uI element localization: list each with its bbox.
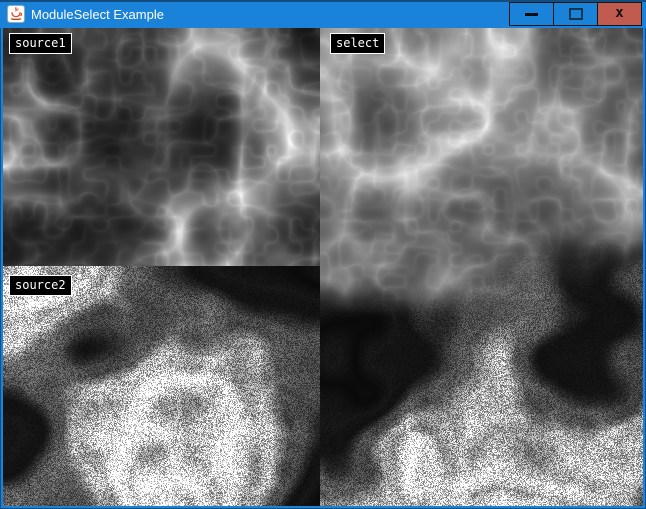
titlebar[interactable]: ModuleSelect Example x	[0, 0, 646, 28]
close-icon: x	[615, 6, 623, 20]
source2-label: source2	[9, 275, 72, 296]
select-label: select	[330, 33, 385, 54]
source1-image	[3, 28, 320, 266]
source2-image	[3, 266, 320, 506]
maximize-icon	[569, 8, 583, 20]
close-button[interactable]: x	[597, 2, 642, 26]
minimize-icon	[525, 13, 538, 16]
minimize-button[interactable]	[509, 2, 554, 26]
maximize-button[interactable]	[553, 2, 598, 26]
render-area	[3, 28, 643, 506]
window-title: ModuleSelect Example	[31, 7, 164, 22]
java-icon[interactable]	[7, 5, 25, 23]
source1-label: source1	[9, 33, 72, 54]
window-controls: x	[510, 2, 642, 26]
app-window: ModuleSelect Example x source1 select so…	[0, 0, 646, 509]
